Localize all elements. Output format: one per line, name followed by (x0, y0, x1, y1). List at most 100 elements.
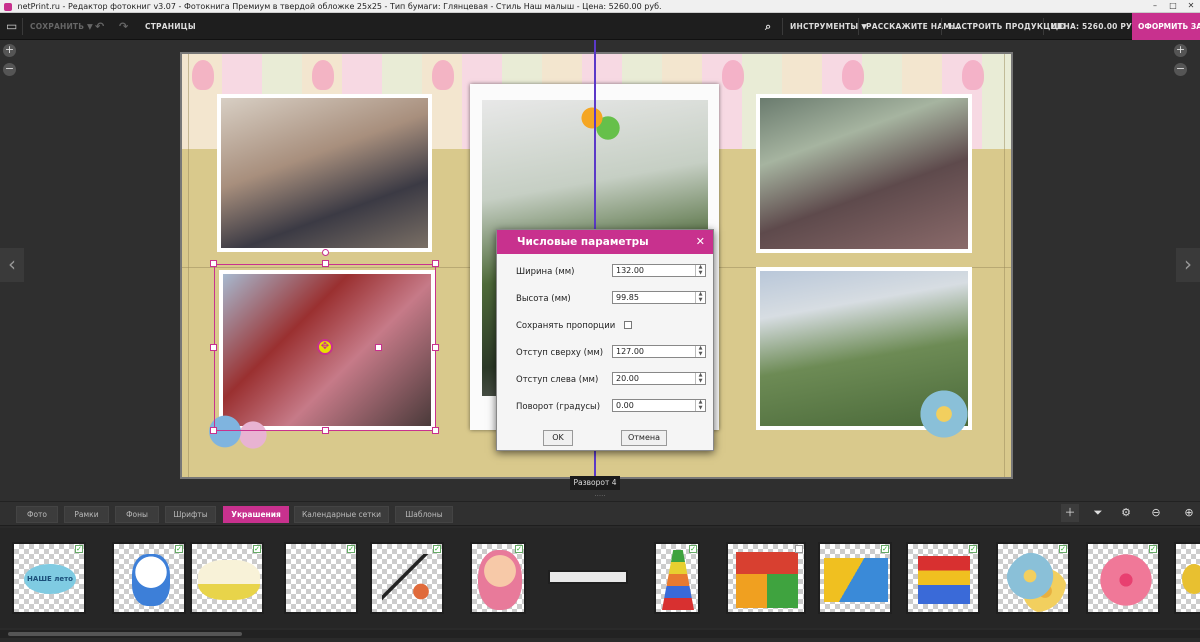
panel-resize-grip[interactable]: ····· (0, 492, 1200, 502)
rotation-input[interactable]: 0.00 ▲ ▼ (612, 399, 706, 412)
thumb-yellow[interactable] (1174, 542, 1200, 614)
thumb-checkbox[interactable]: ✓ (347, 545, 355, 553)
order-button[interactable]: ОФОРМИТЬ ЗАКАЗ (1132, 13, 1200, 40)
thumb-checkbox[interactable]: ✓ (253, 545, 261, 553)
height-input[interactable]: 99.85 ▲ ▼ (612, 291, 706, 304)
minimize-icon[interactable]: – (1146, 0, 1164, 12)
price-label: ЦЕНА: 5260.00 РУБ. (1051, 22, 1141, 31)
zoom-in-right-icon[interactable]: + (1174, 44, 1187, 57)
rotate-handle-icon[interactable] (322, 249, 329, 256)
offset-top-input[interactable]: 127.00 ▲ ▼ (612, 345, 706, 358)
offset-top-spinner-icon[interactable]: ▲ ▼ (695, 345, 705, 357)
tab-calendar-grids[interactable]: Календарные сетки (294, 506, 389, 523)
thumb-checkbox[interactable] (795, 545, 803, 553)
zoom-out-search-icon[interactable]: ⊖ (1147, 504, 1165, 522)
width-spinner-icon[interactable]: ▲ ▼ (695, 264, 705, 276)
resize-handle-sw[interactable] (210, 427, 217, 434)
offset-left-input[interactable]: 20.00 ▲ ▼ (612, 372, 706, 385)
thumb-flower-pink[interactable]: ✓ (1086, 542, 1160, 614)
move-handle-icon[interactable]: ✥ (317, 339, 333, 355)
thumb-checkbox[interactable]: ✓ (969, 545, 977, 553)
resize-handle-nw[interactable] (210, 260, 217, 267)
tab-backgrounds[interactable]: Фоны (115, 506, 159, 523)
library-tabs: Фото Рамки Фоны Шрифты Украшения Календа… (0, 502, 1200, 526)
zoom-out-right-icon[interactable]: − (1174, 63, 1187, 76)
tab-photo[interactable]: Фото (16, 506, 58, 523)
thumb-checkbox[interactable]: ✓ (515, 545, 523, 553)
resize-handle-ne[interactable] (432, 260, 439, 267)
spread-label: Разворот 4 (570, 476, 620, 490)
folder-icon[interactable]: ▭ (6, 13, 18, 40)
keep-proportions-label: Сохранять пропорции (516, 321, 616, 331)
tab-frames[interactable]: Рамки (64, 506, 109, 523)
thumb-checkbox[interactable]: ✓ (881, 545, 889, 553)
thumb-checkbox[interactable]: ✓ (689, 545, 697, 553)
zoom-in-icon[interactable]: + (3, 44, 16, 57)
thumb-lace[interactable]: ✓ (284, 542, 358, 614)
resize-handle-n[interactable] (322, 260, 329, 267)
tab-fonts[interactable]: Шрифты (165, 506, 216, 523)
guide-line (188, 54, 189, 477)
ok-button[interactable]: OK (543, 430, 573, 446)
thumb-cubes[interactable] (726, 542, 806, 614)
configure-product-button[interactable]: НАСТРОИТЬ ПРОДУКЦИЮ (949, 13, 1066, 40)
thumb-baby-sign[interactable]: НАШЕ лето ✓ (12, 542, 86, 614)
photo-bedroom-balloons[interactable] (756, 94, 972, 253)
add-icon[interactable]: ＋ (1061, 504, 1079, 522)
cancel-button[interactable]: Отмена (621, 430, 667, 446)
resize-handle-e[interactable] (432, 344, 439, 351)
zoom-out-icon[interactable]: − (3, 63, 16, 76)
gear-icon[interactable]: ⚙ (1117, 504, 1135, 522)
bottom-panel: ····· Фото Рамки Фоны Шрифты Украшения К… (0, 492, 1200, 642)
rotation-spinner-icon[interactable]: ▲ ▼ (695, 399, 705, 411)
thumb-stork[interactable]: ✓ (370, 542, 444, 614)
undo-icon[interactable]: ↶ (95, 13, 104, 40)
resize-handle-s[interactable] (322, 427, 329, 434)
tab-templates[interactable]: Шаблоны (395, 506, 453, 523)
keep-proportions-checkbox[interactable] (624, 321, 632, 329)
redo-icon[interactable]: ↷ (119, 13, 128, 40)
next-spread-arrow-icon[interactable]: › (1176, 248, 1200, 282)
thumb-baby[interactable]: ✓ (470, 542, 526, 614)
gallery-scrollbar[interactable] (0, 630, 1200, 638)
thumb-slide[interactable]: ✓ (818, 542, 892, 614)
tools-menu[interactable]: ИНСТРУМЕНТЫ ▼ (790, 13, 867, 40)
offset-left-spinner-icon[interactable]: ▲ ▼ (695, 372, 705, 384)
photo-family-top-left[interactable] (217, 94, 432, 252)
dialog-title: Числовые параметры (517, 236, 649, 248)
tell-us-button[interactable]: РАССКАЖИТЕ НАМ... (866, 13, 960, 40)
thumb-checkbox[interactable]: ✓ (1059, 545, 1067, 553)
zoom-in-search-icon[interactable]: ⊕ (1180, 504, 1198, 522)
prev-spread-arrow-icon[interactable]: ‹ (0, 248, 24, 282)
tab-decorations[interactable]: Украшения (223, 506, 289, 523)
maximize-icon[interactable]: □ (1164, 0, 1182, 12)
resize-handle-w[interactable] (210, 344, 217, 351)
decorations-gallery: НАШЕ лето ✓ ✓ ✓ ✓ ✓ ✓ ✓ ✓ ✓ ✓ ✓ (0, 528, 1200, 628)
blue-flower-decoration-icon[interactable] (914, 384, 974, 444)
scrollbar-thumb[interactable] (8, 632, 242, 636)
height-spinner-icon[interactable]: ▲ ▼ (695, 291, 705, 303)
thumb-checkbox[interactable]: ✓ (175, 545, 183, 553)
dialog-header: Числовые параметры ✕ (497, 230, 713, 254)
width-input[interactable]: 132.00 ▲ ▼ (612, 264, 706, 277)
save-button[interactable]: СОХРАНИТЬ ▼ (30, 13, 93, 40)
thumb-checkbox[interactable]: ✓ (75, 545, 83, 553)
thumb-blocks-house[interactable]: ✓ (906, 542, 980, 614)
close-icon[interactable]: ✕ (1182, 0, 1200, 12)
pages-button[interactable]: СТРАНИЦЫ (145, 13, 196, 40)
thumb-ribbon[interactable] (548, 570, 628, 584)
window-title-bar: netPrint.ru - Редактор фотокниг v3.07 - … (0, 0, 1200, 13)
thumb-bunny[interactable]: ✓ (112, 542, 186, 614)
toolbar-divider (22, 18, 23, 35)
thumb-checkbox[interactable]: ✓ (433, 545, 441, 553)
crop-handle[interactable] (375, 344, 382, 351)
thumb-checkbox[interactable]: ✓ (1149, 545, 1157, 553)
zoom-search-icon[interactable]: ⌕ (765, 13, 771, 40)
dialog-close-icon[interactable]: ✕ (696, 230, 705, 254)
thumb-pyramid[interactable]: ✓ (654, 542, 700, 614)
height-label: Высота (мм) (516, 294, 571, 304)
thumb-flowers-blue[interactable]: ✓ (996, 542, 1070, 614)
filter-icon[interactable]: ⏷ (1089, 504, 1107, 522)
thumb-rocking-horse[interactable]: ✓ (190, 542, 264, 614)
resize-handle-se[interactable] (432, 427, 439, 434)
